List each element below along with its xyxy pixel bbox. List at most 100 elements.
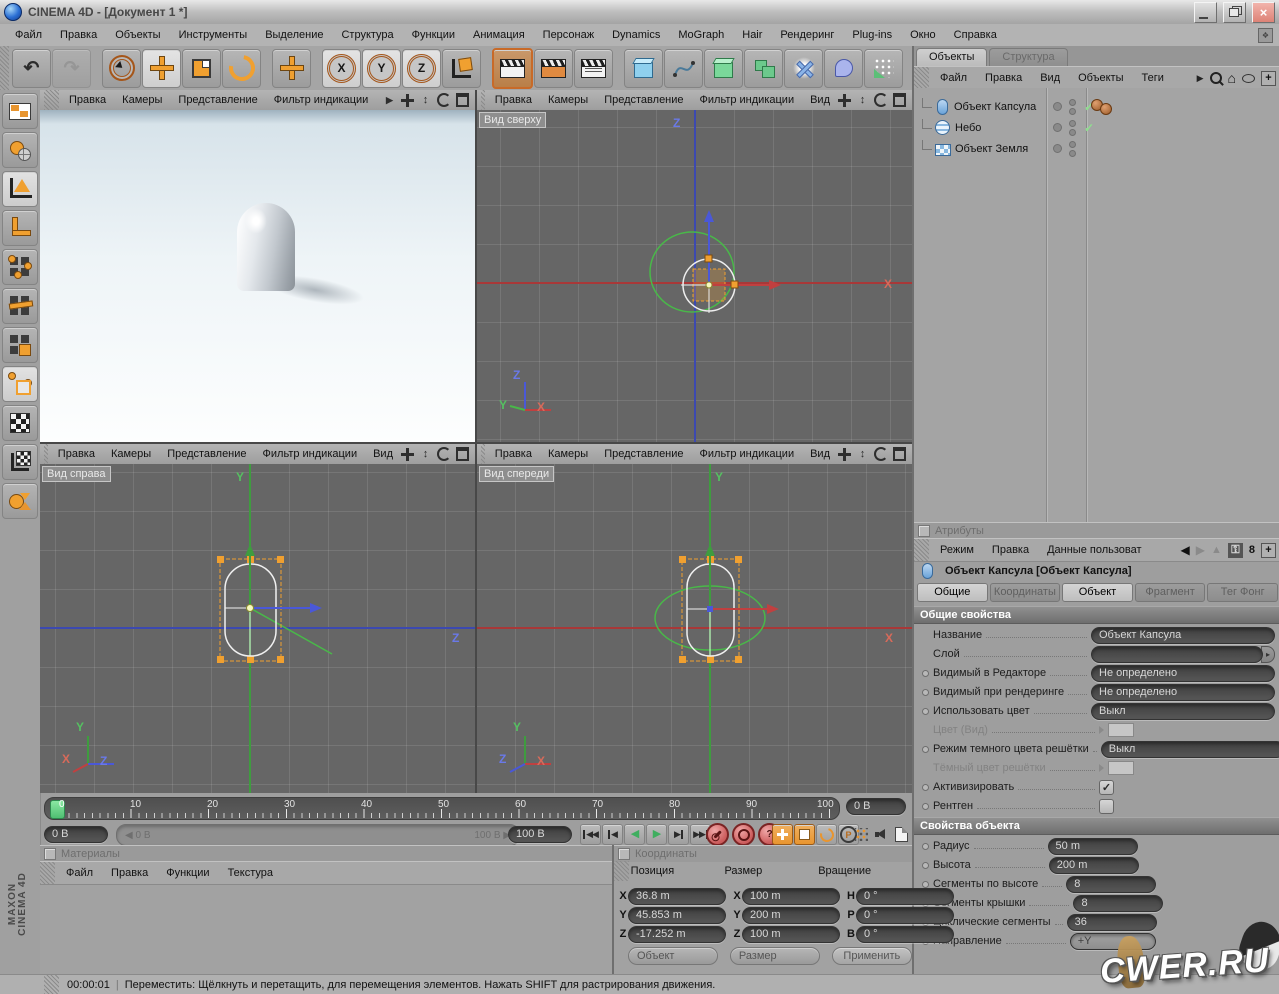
animation-dot[interactable] [922,746,929,753]
xray-checkbox[interactable] [1099,799,1114,814]
add-modeling-object-button[interactable] [744,49,783,88]
grip[interactable] [614,861,629,881]
tab-coordinates[interactable]: Координаты [990,583,1061,602]
pan-view-icon[interactable] [401,448,414,461]
dock-icon[interactable] [918,525,930,537]
apply-button[interactable]: Применить [832,947,912,965]
dock-icon[interactable] [44,848,56,860]
make-editable-button[interactable] [2,132,38,168]
vp-menu-cameras[interactable]: Камеры [103,448,159,460]
rotate-view-icon[interactable] [874,93,888,107]
menu-mograph[interactable]: MoGraph [669,29,733,41]
menu-window[interactable]: Окно [901,29,945,41]
rotate-view-icon[interactable] [874,447,888,461]
animation-dot[interactable] [922,784,929,791]
vp-menu-filter[interactable]: Фильтр индикации [692,448,803,460]
tab-object[interactable]: Объект [1062,583,1133,602]
attr-menu-userdata[interactable]: Данные пользоват [1038,544,1150,556]
layer-dot[interactable] [1053,102,1062,111]
add-deformer-button[interactable] [784,49,823,88]
grip[interactable] [44,444,48,464]
layer-browse-button[interactable]: ▸ [1261,646,1275,663]
maximize-view-icon[interactable] [893,93,906,107]
add-panel-icon[interactable]: + [1261,71,1276,86]
layer-field[interactable] [1091,646,1263,663]
vp-menu-view[interactable]: Вид [802,448,838,460]
tab-objects[interactable]: Объекты [916,48,987,68]
object-name[interactable]: Небо [955,122,981,134]
menu-structure[interactable]: Структура [332,29,402,41]
timeline-scrollbar[interactable]: ◀ 0 B 100 B ▶ [116,824,520,846]
tab-basic[interactable]: Общие [917,583,988,602]
vp-menu-edit[interactable]: Правка [487,94,540,106]
object-axis-mode-button[interactable] [2,210,38,246]
close-button[interactable]: × [1252,2,1275,23]
menu-objects[interactable]: Объекты [106,29,169,41]
undo-button[interactable]: ↶ [12,49,51,88]
rotation-segments-spinner[interactable]: 36 [1067,914,1157,931]
menu-render[interactable]: Рендеринг [771,29,843,41]
object-name[interactable]: Объект Земля [955,143,1028,155]
pos-y-input[interactable]: 45.853 m [628,907,726,924]
grip[interactable] [481,444,485,464]
expand-arrow-icon[interactable] [1099,764,1104,772]
zoom-view-icon[interactable]: ↕ [856,448,869,461]
texture-axis-mode-button[interactable] [2,444,38,480]
toolbar-grip[interactable] [0,46,9,90]
live-selection-button[interactable] [102,49,141,88]
vp-menu-view[interactable]: Вид [802,94,838,106]
menu-edit[interactable]: Правка [51,29,106,41]
tab-structure[interactable]: Структура [989,48,1067,68]
layer-dot[interactable] [1053,123,1062,132]
frame-start-spinner[interactable]: 0 B [44,826,108,843]
rot-h-input[interactable]: 0 ° [856,888,954,905]
menu-character[interactable]: Персонаж [534,29,603,41]
animation-dot[interactable] [922,862,929,869]
pan-view-icon[interactable] [838,94,851,107]
layout-button[interactable] [2,93,38,129]
lock-y-axis-button[interactable]: Y [362,49,401,88]
visible-editor-dropdown[interactable]: Не определено [1091,665,1275,682]
sound-toggle[interactable] [872,825,891,844]
animation-dot[interactable] [922,803,929,810]
current-frame-spinner[interactable]: 0 B [846,798,906,815]
grip[interactable] [44,90,59,110]
right-view-canvas[interactable]: Вид справа Y Z Y X Z [40,464,475,793]
add-environment-button[interactable] [824,49,863,88]
menubar-corner-icon[interactable]: ❖ [1258,28,1273,43]
maximize-view-icon[interactable] [456,447,469,461]
object-row-floor[interactable]: Объект Земля [914,138,1279,159]
mat-menu-functions[interactable]: Функции [157,867,218,879]
top-view-canvas[interactable]: Вид сверху Z X Z Y X [477,110,912,442]
perspective-view-canvas[interactable] [40,110,475,442]
record-rotation-toggle[interactable] [816,824,837,845]
coord-mode-dropdown[interactable]: Объект [628,947,718,965]
menu-animation[interactable]: Анимация [464,29,534,41]
record-pla-toggle[interactable] [852,825,871,844]
record-scale-toggle[interactable] [794,824,815,845]
size-mode-dropdown[interactable]: Размер [730,947,820,965]
vp-menu-edit[interactable]: Правка [50,448,103,460]
home-icon[interactable]: ⌂ [1228,73,1236,83]
frame-end-spinner[interactable]: 100 B [508,826,572,843]
grip[interactable] [481,90,485,110]
radius-spinner[interactable]: 50 m [1048,838,1138,855]
add-panel-icon[interactable]: + [1261,543,1276,558]
size-z-input[interactable]: 100 m [742,926,840,943]
vp-menu-filter[interactable]: Фильтр индикации [255,448,366,460]
om-menu-edit[interactable]: Правка [976,72,1031,84]
lock-x-axis-button[interactable]: X [322,49,361,88]
play-backward-button[interactable]: ◀ [624,824,645,845]
edges-mode-button[interactable] [2,288,38,324]
menu-plugins[interactable]: Plug-ins [843,29,901,41]
redo-button[interactable]: ↷ [52,49,91,88]
mat-menu-texture[interactable]: Текстура [219,867,282,879]
menu-dynamics[interactable]: Dynamics [603,29,669,41]
zoom-view-icon[interactable]: ↕ [419,94,432,107]
menu-functions[interactable]: Функции [403,29,464,41]
autokey-button[interactable] [732,823,755,846]
add-particles-button[interactable] [864,49,903,88]
texture-mode-button[interactable] [2,405,38,441]
viewport-perspective[interactable]: Правка Камеры Представление Фильтр индик… [40,90,475,442]
viewport-front[interactable]: Правка Камеры Представление Фильтр индик… [477,444,912,793]
